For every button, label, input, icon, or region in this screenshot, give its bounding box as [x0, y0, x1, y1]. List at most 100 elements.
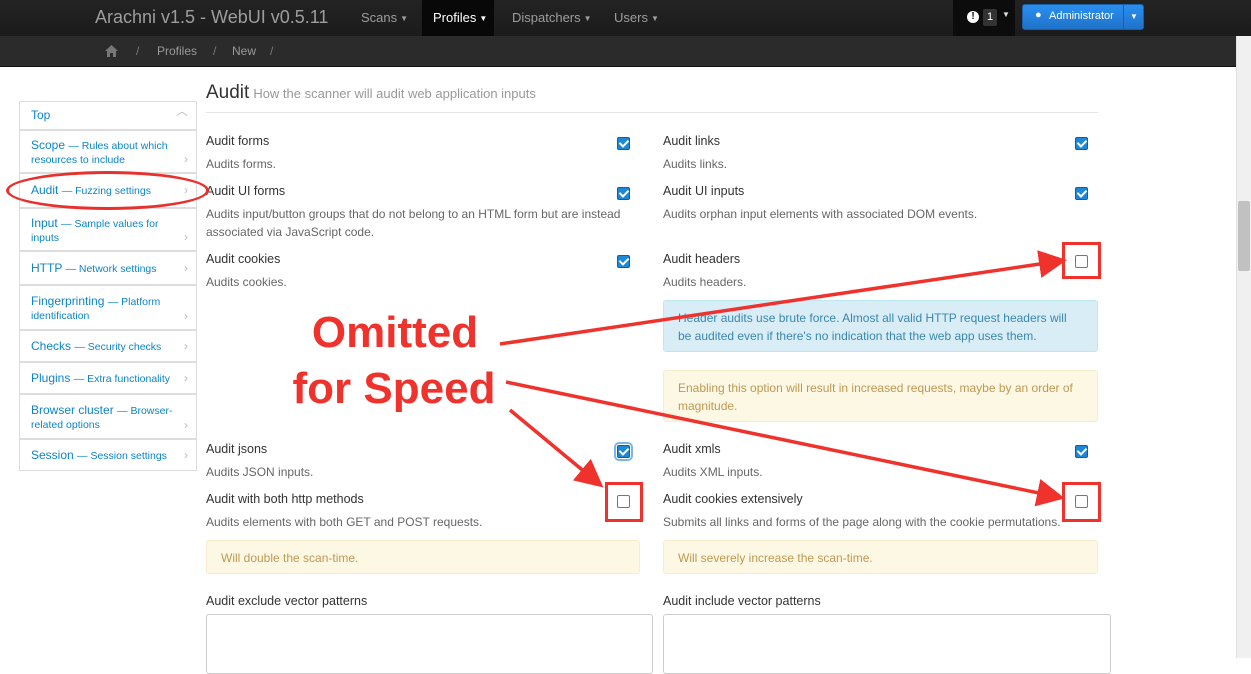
sidebar-item-desc: — Session settings — [77, 450, 167, 462]
sidebar-item-label: Plugins — [31, 371, 71, 385]
audit-links-label: Audit links — [663, 134, 720, 148]
audit-jsons-checkbox[interactable] — [614, 442, 633, 461]
sidebar-item-desc: — Network settings — [65, 263, 157, 275]
top-navbar: Arachni v1.5 - WebUI v0.5.11 Scans ▼ Prof… — [0, 0, 1251, 36]
annotation-box-both-methods — [605, 482, 643, 522]
audit-headers-desc: Audits headers. — [663, 275, 747, 289]
sidebar-item-plugins[interactable]: Plugins — Extra functionality › — [19, 362, 197, 394]
nav-users-label: Users — [614, 10, 648, 25]
user-menu-label: Administrator — [1049, 10, 1114, 22]
section-subtitle: How the scanner will audit web applicati… — [253, 86, 536, 101]
annotation-ellipse — [6, 171, 209, 210]
breadcrumb-profiles[interactable]: Profiles — [157, 44, 197, 58]
exclamation-icon: ! — [967, 11, 979, 23]
audit-xmls-checkbox[interactable] — [1075, 445, 1088, 458]
sidebar-item-desc: — Security checks — [74, 341, 162, 353]
chevron-down-icon: ▼ — [400, 13, 409, 23]
exclude-vectors-textarea[interactable] — [206, 614, 653, 674]
sidebar-item-fingerprinting[interactable]: Fingerprinting — Platform identification… — [19, 285, 197, 330]
breadcrumb: / Profiles / New / — [0, 36, 1251, 67]
sidebar-item-label: Scope — [31, 138, 66, 152]
section-title: Audit — [206, 82, 250, 103]
headers-warning-alert: Enabling this option will result in incr… — [663, 370, 1098, 422]
chevron-right-icon: › — [184, 448, 188, 462]
scrollbar-thumb[interactable] — [1238, 201, 1250, 271]
sidebar-item-browser-cluster[interactable]: Browser cluster — Browser-related option… — [19, 394, 197, 439]
chevron-down-icon: ▼ — [1002, 10, 1010, 19]
include-vectors-label: Audit include vector patterns — [663, 594, 821, 608]
exclude-vectors-label: Audit exclude vector patterns — [206, 594, 368, 608]
sidebar-item-desc: — Extra functionality — [73, 373, 170, 385]
both-methods-warning: Will double the scan-time. — [206, 540, 640, 574]
chevron-right-icon: › — [184, 261, 188, 275]
annotation-box-headers — [1062, 242, 1101, 279]
audit-cookies-extensively-label: Audit cookies extensively — [663, 492, 803, 506]
audit-forms-desc: Audits forms. — [206, 157, 277, 171]
audit-ui-forms-label: Audit UI forms — [206, 184, 286, 198]
chevron-down-icon: ▼ — [479, 13, 488, 23]
sidebar-item-scope[interactable]: Scope — Rules about which resources to i… — [19, 130, 197, 173]
sidebar-item-input[interactable]: Input — Sample values for inputs › — [19, 208, 197, 251]
audit-cookies-desc: Audits cookies. — [206, 275, 287, 289]
home-icon[interactable] — [105, 45, 118, 57]
notification-count: 1 — [983, 9, 997, 26]
sidebar-item-label: Checks — [31, 339, 72, 353]
audit-ui-inputs-checkbox[interactable] — [1075, 187, 1088, 200]
sidebar-item-checks[interactable]: Checks — Security checks › — [19, 330, 197, 362]
audit-both-methods-desc: Audits elements with both GET and POST r… — [206, 515, 483, 529]
chevron-right-icon: › — [184, 339, 188, 353]
annotation-box-cookies-extensively — [1062, 482, 1101, 522]
annotation-text-line2: for Speed — [292, 364, 496, 413]
breadcrumb-separator: / — [270, 44, 274, 58]
include-vectors-textarea[interactable] — [663, 614, 1111, 674]
arrow-to-both-methods — [508, 408, 604, 488]
sidebar-item-label: Session — [31, 448, 74, 462]
annotation-text-line1: Omitted — [311, 308, 479, 357]
sidebar-item-label: Fingerprinting — [31, 294, 105, 308]
breadcrumb-separator: / — [136, 44, 140, 58]
page-scrollbar[interactable] — [1236, 36, 1251, 658]
audit-links-checkbox[interactable] — [1075, 137, 1088, 150]
audit-xmls-desc: Audits XML inputs. — [663, 465, 763, 479]
nav-dispatchers[interactable]: Dispatchers ▼ — [504, 0, 600, 36]
audit-both-methods-label: Audit with both http methods — [206, 492, 364, 506]
user-icon: ● — [1035, 9, 1042, 21]
nav-users[interactable]: Users ▼ — [606, 0, 667, 36]
chevron-right-icon: › — [184, 309, 188, 323]
sidebar-item-label: Browser cluster — [31, 403, 114, 417]
chevron-down-icon: ▼ — [650, 13, 659, 23]
sidebar-item-label: Input — [31, 216, 58, 230]
audit-forms-checkbox[interactable] — [617, 137, 630, 150]
sidebar-item-label: Top — [31, 108, 51, 122]
audit-cookies-extensively-desc: Submits all links and forms of the page … — [663, 515, 1061, 529]
divider — [206, 112, 1098, 113]
sidebar-item-http[interactable]: HTTP — Network settings › — [19, 251, 197, 285]
audit-forms-label: Audit forms — [206, 134, 270, 148]
nav-scans-label: Scans — [361, 10, 398, 25]
audit-jsons-label: Audit jsons — [206, 442, 268, 456]
audit-ui-inputs-label: Audit UI inputs — [663, 184, 745, 198]
nav-profiles[interactable]: Profiles ▼ — [422, 0, 494, 36]
user-menu-button[interactable]: ● Administrator ▼ — [1022, 4, 1144, 30]
sidebar-item-top[interactable]: Top ︿ — [19, 101, 197, 130]
page-title: Audit How the scanner will audit web appl… — [206, 82, 536, 104]
breadcrumb-separator: / — [213, 44, 217, 58]
audit-ui-forms-checkbox[interactable] — [617, 187, 630, 200]
app-brand[interactable]: Arachni v1.5 - WebUI v0.5.11 — [95, 7, 328, 28]
audit-ui-inputs-desc: Audits orphan input elements with associ… — [663, 207, 978, 221]
nav-scans[interactable]: Scans ▼ — [353, 0, 416, 36]
sidebar-item-label: HTTP — [31, 261, 63, 275]
chevron-down-icon: ▼ — [583, 13, 592, 23]
audit-xmls-label: Audit xmls — [663, 442, 721, 456]
chevron-right-icon: › — [184, 371, 188, 385]
sidebar-item-session[interactable]: Session — Session settings › — [19, 439, 197, 471]
chevron-down-icon[interactable]: ▼ — [1123, 5, 1144, 29]
nav-profiles-label: Profiles — [433, 10, 477, 25]
audit-cookies-label: Audit cookies — [206, 252, 281, 266]
chevron-right-icon: › — [184, 418, 188, 432]
audit-ui-forms-desc: Audits input/button groups that do not b… — [206, 207, 621, 239]
audit-cookies-checkbox[interactable] — [617, 255, 630, 268]
chevron-right-icon: › — [184, 230, 188, 244]
nav-dispatchers-label: Dispatchers — [512, 10, 581, 25]
audit-jsons-desc: Audits JSON inputs. — [206, 465, 314, 479]
